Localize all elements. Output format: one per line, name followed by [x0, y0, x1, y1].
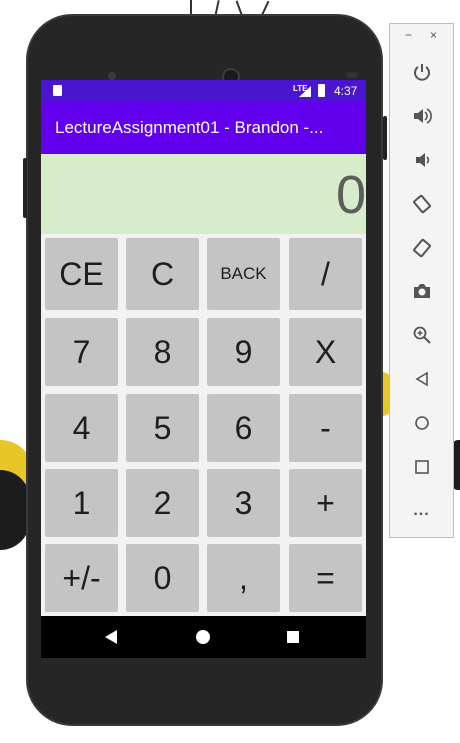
power-icon [413, 64, 430, 81]
nav-recents-icon[interactable] [287, 631, 299, 643]
overview-button[interactable] [390, 449, 453, 485]
rotate-right-icon [412, 238, 431, 258]
rotate-right-button[interactable] [390, 230, 453, 266]
display-value: 0 [335, 165, 366, 225]
phone-side-button [23, 158, 27, 218]
home-icon [414, 416, 429, 430]
key-multiply[interactable]: X [289, 318, 362, 386]
sd-card-icon [53, 85, 62, 96]
nav-back-icon[interactable] [105, 630, 117, 644]
status-time: 4:37 [334, 84, 358, 98]
close-button[interactable]: × [430, 28, 437, 42]
home-button[interactable] [390, 405, 453, 441]
keypad: CE C BACK / 7 8 9 X 4 5 6 - 1 2 3 + +/- … [41, 234, 366, 616]
app-title: LectureAssignment01 - Brandon -... [55, 118, 324, 137]
camera-icon [413, 284, 430, 298]
key-equals[interactable]: = [289, 544, 362, 612]
minimize-button[interactable]: − [405, 28, 412, 42]
nav-home-icon[interactable] [196, 630, 210, 644]
volume-up-icon [413, 108, 432, 124]
status-bar: LTE 4:37 [41, 80, 366, 102]
zoom-icon [413, 326, 431, 344]
key-1[interactable]: 1 [45, 469, 118, 537]
calculator-display: 0 [41, 154, 366, 234]
more-button[interactable]: ... [390, 493, 453, 529]
app-bar: LectureAssignment01 - Brandon -... [41, 102, 366, 154]
key-3[interactable]: 3 [207, 469, 280, 537]
key-add[interactable]: + [289, 469, 362, 537]
key-subtract[interactable]: - [289, 394, 362, 462]
key-0[interactable]: 0 [126, 544, 199, 612]
key-9[interactable]: 9 [207, 318, 280, 386]
navigation-bar [41, 616, 366, 658]
key-back[interactable]: BACK [207, 238, 280, 310]
key-4[interactable]: 4 [45, 394, 118, 462]
back-button[interactable] [390, 361, 453, 397]
rotate-left-button[interactable] [390, 186, 453, 222]
power-button[interactable] [390, 54, 453, 90]
back-icon [414, 371, 428, 387]
phone-power-button [383, 116, 387, 160]
signal-icon [299, 86, 311, 97]
key-2[interactable]: 2 [126, 469, 199, 537]
key-ce[interactable]: CE [45, 238, 118, 310]
key-negate[interactable]: +/- [45, 544, 118, 612]
key-5[interactable]: 5 [126, 394, 199, 462]
screenshot-button[interactable] [390, 273, 453, 309]
key-8[interactable]: 8 [126, 318, 199, 386]
phone-screen: LTE 4:37 LectureAssignment01 - Brandon -… [41, 80, 366, 658]
key-divide[interactable]: / [289, 238, 362, 310]
key-6[interactable]: 6 [207, 394, 280, 462]
battery-icon [318, 84, 325, 97]
volume-down-icon [415, 153, 429, 167]
key-decimal[interactable]: , [207, 544, 280, 612]
proximity-sensor [108, 72, 116, 80]
volume-up-button[interactable] [390, 98, 453, 134]
key-clear[interactable]: C [126, 238, 199, 310]
rotate-left-icon [412, 194, 431, 214]
desktop: LTE 4:37 LectureAssignment01 - Brandon -… [0, 0, 460, 743]
light-sensor [346, 72, 358, 78]
volume-down-button[interactable] [390, 142, 453, 178]
key-7[interactable]: 7 [45, 318, 118, 386]
zoom-button[interactable] [390, 317, 453, 353]
overview-icon [414, 460, 429, 474]
emulator-toolbar: − × ... [389, 23, 454, 538]
